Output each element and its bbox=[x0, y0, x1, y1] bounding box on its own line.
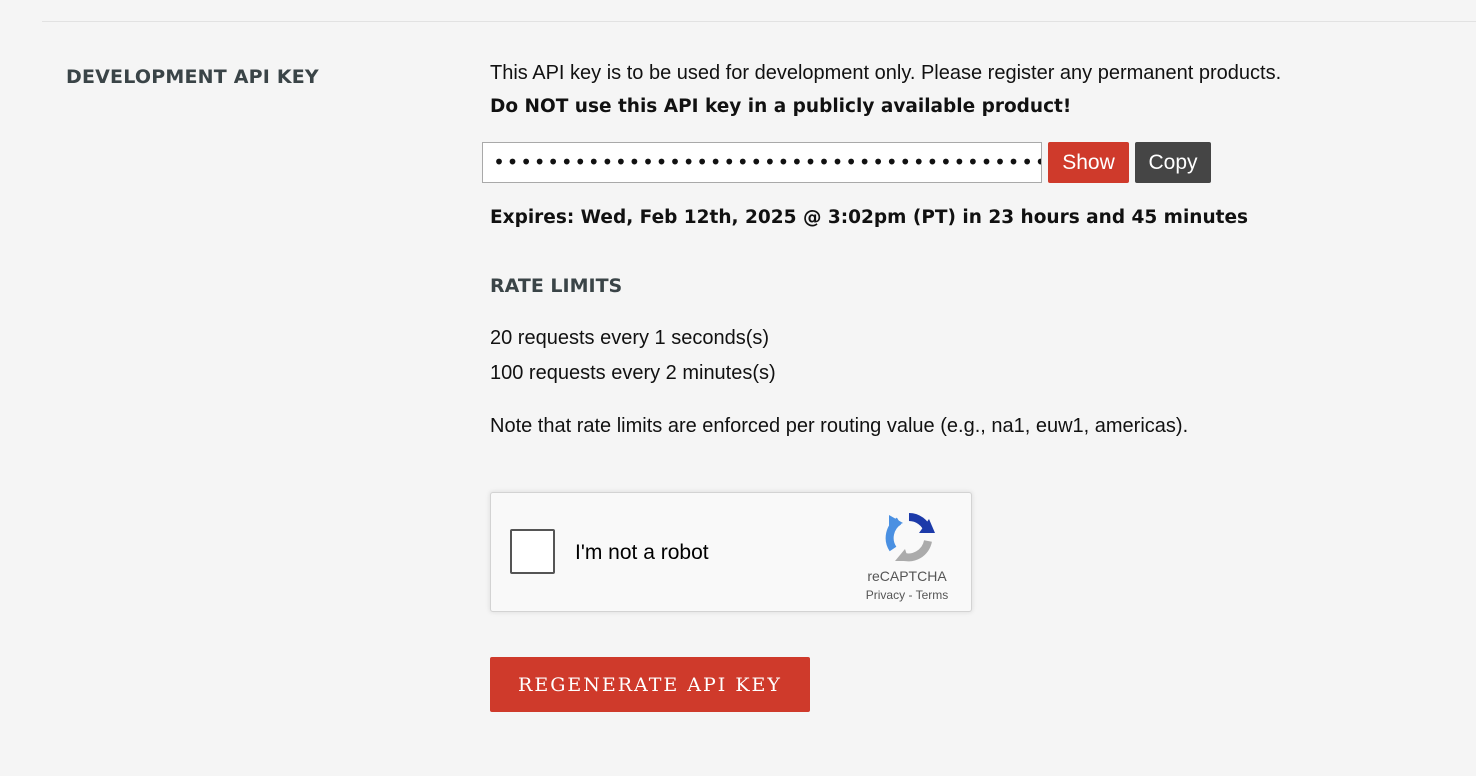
expiry-text: Expires: Wed, Feb 12th, 2025 @ 3:02pm (P… bbox=[490, 207, 1249, 228]
recaptcha-links: Privacy - Terms bbox=[841, 588, 973, 602]
api-key-field[interactable]: ••••••••••••••••••••••••••••••••••••••••… bbox=[482, 142, 1042, 183]
recaptcha-label: I'm not a robot bbox=[575, 541, 709, 564]
recaptcha-checkbox[interactable] bbox=[510, 529, 555, 574]
recaptcha-brand: reCAPTCHA bbox=[867, 568, 947, 584]
rate-limits-heading: RATE LIMITS bbox=[490, 275, 623, 297]
api-key-description: This API key is to be used for developme… bbox=[490, 62, 1282, 84]
rate-limit-line: 100 requests every 2 minutes(s) bbox=[490, 362, 776, 384]
recaptcha-widget: I'm not a robot reCAPTCHA Privacy - Term… bbox=[490, 492, 972, 612]
show-key-button[interactable]: Show bbox=[1048, 142, 1129, 183]
section-title: DEVELOPMENT API KEY bbox=[66, 66, 319, 88]
rate-limits-note: Note that rate limits are enforced per r… bbox=[490, 415, 1189, 437]
api-key-warning: Do NOT use this API key in a publicly av… bbox=[490, 96, 1072, 117]
top-divider bbox=[42, 21, 1476, 22]
terms-link[interactable]: Terms bbox=[916, 588, 949, 602]
copy-key-button[interactable]: Copy bbox=[1135, 142, 1211, 183]
privacy-link[interactable]: Privacy bbox=[866, 588, 905, 602]
recaptcha-logo-icon bbox=[885, 513, 935, 562]
rate-limit-line: 20 requests every 1 seconds(s) bbox=[490, 327, 770, 349]
regenerate-api-key-button[interactable]: REGENERATE API KEY bbox=[490, 657, 810, 712]
link-separator: - bbox=[905, 588, 916, 602]
